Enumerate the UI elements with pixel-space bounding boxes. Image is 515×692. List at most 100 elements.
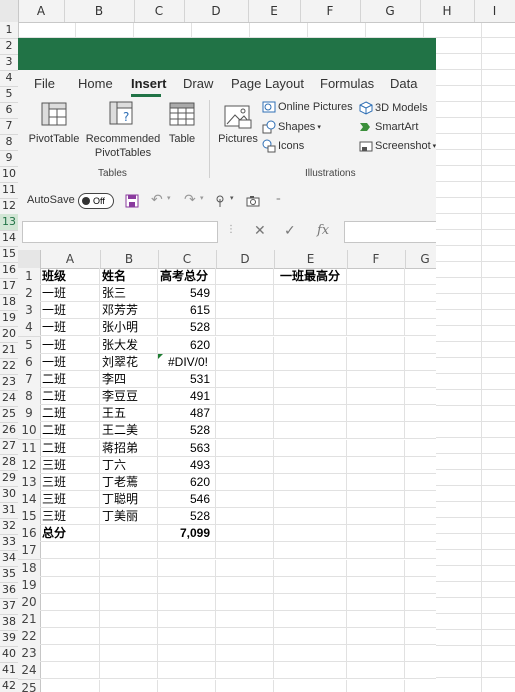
cell-g6[interactable]: [405, 354, 436, 371]
tab-data[interactable]: Data: [390, 76, 417, 91]
cell-g18[interactable]: [405, 560, 436, 577]
tab-file[interactable]: File: [34, 76, 55, 91]
cell-f17[interactable]: [347, 542, 405, 559]
outer-row-header-cell[interactable]: 34: [0, 550, 18, 567]
cell-a6[interactable]: 一班: [40, 354, 100, 371]
outer-row-header-cell[interactable]: 35: [0, 566, 18, 583]
cell-a18[interactable]: [40, 560, 100, 577]
outer-row-header-cell[interactable]: 7: [0, 118, 18, 135]
cell-g23[interactable]: [405, 645, 436, 662]
cell-g9[interactable]: [405, 405, 436, 422]
outer-row-header-cell[interactable]: 38: [0, 614, 18, 631]
outer-col-d[interactable]: D: [184, 0, 249, 22]
cell-c11[interactable]: 563: [158, 440, 216, 457]
cell-b2[interactable]: 张三: [100, 285, 158, 302]
cell-a13[interactable]: 三班: [40, 474, 100, 491]
cell-c8[interactable]: 491: [158, 388, 216, 405]
tab-home[interactable]: Home: [78, 76, 113, 91]
cell-c2[interactable]: 549: [158, 285, 216, 302]
outer-row-header-cell[interactable]: 23: [0, 374, 18, 391]
cell-a7[interactable]: 二班: [40, 371, 100, 388]
outer-row-header-cell[interactable]: 13: [0, 214, 18, 231]
row-header[interactable]: 2: [18, 285, 41, 303]
cell-f19[interactable]: [347, 577, 405, 594]
outer-row-header-cell[interactable]: 26: [0, 422, 18, 439]
col-header-g[interactable]: G: [405, 250, 436, 268]
cell-a1[interactable]: 班级: [40, 268, 100, 285]
cell-g24[interactable]: [405, 662, 436, 679]
cell-f3[interactable]: [347, 302, 405, 319]
cell-d18[interactable]: [216, 560, 274, 577]
cell-e15[interactable]: [274, 508, 347, 525]
cell-f16[interactable]: [347, 525, 405, 542]
cell-f11[interactable]: [347, 440, 405, 457]
cell-b3[interactable]: 邓芳芳: [100, 302, 158, 319]
row-header[interactable]: 20: [18, 594, 41, 612]
cell-e3[interactable]: [274, 302, 347, 319]
outer-row-header-cell[interactable]: 33: [0, 534, 18, 551]
cell-b23[interactable]: [100, 645, 158, 662]
cell-g19[interactable]: [405, 577, 436, 594]
touch-mode-icon[interactable]: [215, 194, 227, 208]
cell-b25[interactable]: [100, 680, 158, 692]
cell-f9[interactable]: [347, 405, 405, 422]
outer-row-header-cell[interactable]: 27: [0, 438, 18, 455]
cell-d16[interactable]: [216, 525, 274, 542]
tab-insert[interactable]: Insert: [131, 76, 166, 91]
cell-d24[interactable]: [216, 662, 274, 679]
cell-a21[interactable]: [40, 611, 100, 628]
cell-c9[interactable]: 487: [158, 405, 216, 422]
cell-f14[interactable]: [347, 491, 405, 508]
outer-row-header-cell[interactable]: 21: [0, 342, 18, 359]
cell-b8[interactable]: 李豆豆: [100, 388, 158, 405]
cell-d15[interactable]: [216, 508, 274, 525]
cell-b20[interactable]: [100, 594, 158, 611]
cell-a9[interactable]: 二班: [40, 405, 100, 422]
cell-e9[interactable]: [274, 405, 347, 422]
screenshot-button[interactable]: Screenshot ▾: [359, 139, 436, 153]
cell-d4[interactable]: [216, 319, 274, 336]
row-header[interactable]: 7: [18, 371, 41, 389]
cell-a12[interactable]: 三班: [40, 457, 100, 474]
cell-f2[interactable]: [347, 285, 405, 302]
cell-b22[interactable]: [100, 628, 158, 645]
col-header-c[interactable]: C: [158, 250, 217, 268]
cell-f18[interactable]: [347, 560, 405, 577]
cell-g17[interactable]: [405, 542, 436, 559]
formula-input[interactable]: [344, 221, 436, 243]
cell-f20[interactable]: [347, 594, 405, 611]
cell-g14[interactable]: [405, 491, 436, 508]
cell-e25[interactable]: [274, 680, 347, 692]
outer-row-header-cell[interactable]: 25: [0, 406, 18, 423]
cell-g5[interactable]: [405, 337, 436, 354]
cell-d7[interactable]: [216, 371, 274, 388]
cell-e18[interactable]: [274, 560, 347, 577]
cell-g4[interactable]: [405, 319, 436, 336]
outer-col-i[interactable]: I: [474, 0, 515, 22]
cell-d5[interactable]: [216, 337, 274, 354]
cell-f6[interactable]: [347, 354, 405, 371]
cell-e2[interactable]: [274, 285, 347, 302]
cell-c5[interactable]: 620: [158, 337, 216, 354]
row-header[interactable]: 15: [18, 508, 41, 526]
cell-c1[interactable]: 高考总分: [158, 268, 216, 285]
cell-b13[interactable]: 丁老蔫: [100, 474, 158, 491]
outer-row-header-cell[interactable]: 8: [0, 134, 18, 151]
row-header[interactable]: 24: [18, 662, 41, 680]
cell-d11[interactable]: [216, 440, 274, 457]
tab-page-layout[interactable]: Page Layout: [231, 76, 304, 91]
cell-d8[interactable]: [216, 388, 274, 405]
cell-c17[interactable]: [158, 542, 216, 559]
cell-e11[interactable]: [274, 440, 347, 457]
cell-d14[interactable]: [216, 491, 274, 508]
cell-g10[interactable]: [405, 422, 436, 439]
cell-c14[interactable]: 546: [158, 491, 216, 508]
col-header-a[interactable]: A: [40, 250, 101, 268]
col-header-e[interactable]: E: [274, 250, 348, 268]
outer-row-header-cell[interactable]: 16: [0, 262, 18, 279]
cell-b15[interactable]: 丁美丽: [100, 508, 158, 525]
cell-c22[interactable]: [158, 628, 216, 645]
cell-g13[interactable]: [405, 474, 436, 491]
outer-row-header-cell[interactable]: 28: [0, 454, 18, 471]
cell-c7[interactable]: 531: [158, 371, 216, 388]
